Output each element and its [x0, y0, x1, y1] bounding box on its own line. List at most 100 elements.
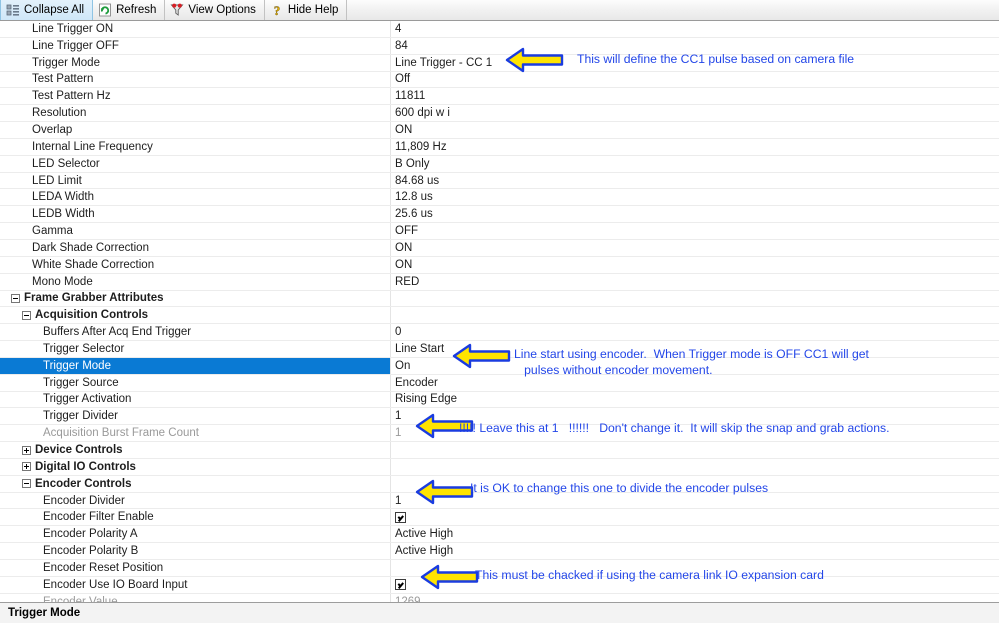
tree-row-name-cell[interactable]: Trigger Mode — [0, 357, 390, 374]
tree-row-value-cell[interactable]: ON — [390, 239, 999, 256]
tree-row-value-cell[interactable]: 600 dpi w i — [390, 105, 999, 122]
tree-row-name-cell[interactable]: Trigger Activation — [0, 392, 390, 408]
tree-row-value-cell[interactable] — [390, 458, 999, 475]
collapse-icon[interactable] — [22, 310, 31, 320]
tree-row-name-cell[interactable]: Line Trigger OFF — [0, 38, 390, 54]
tree-row-value-cell[interactable]: Line Trigger - CC 1 — [390, 54, 999, 71]
tree-row-value-cell[interactable]: 11811 — [390, 88, 999, 105]
toolbar-button-hide-help[interactable]: ? Hide Help — [265, 0, 348, 20]
tree-row-name-cell[interactable]: Device Controls — [0, 442, 390, 458]
toolbar-button-view-options[interactable]: View Options — [165, 0, 265, 20]
tree-row-value-cell[interactable]: 1 — [390, 425, 999, 442]
tree-row-name-cell[interactable]: Internal Line Frequency — [0, 139, 390, 155]
tree-row[interactable]: Encoder Polarity B Active High — [0, 543, 999, 560]
tree-row-name-cell[interactable]: Encoder Value — [0, 594, 390, 602]
tree-row-name-cell[interactable]: Dark Shade Correction — [0, 240, 390, 256]
expand-icon[interactable] — [22, 445, 31, 455]
tree-row-value-cell[interactable] — [390, 475, 999, 492]
tree-row-name-cell[interactable]: Encoder Controls — [0, 476, 390, 492]
tree-row-name-cell[interactable]: Trigger Mode — [0, 55, 390, 71]
tree-row-name-cell[interactable]: Encoder Polarity B — [0, 543, 390, 559]
checkbox-icon[interactable] — [395, 579, 406, 591]
tree-row-name-cell[interactable]: Acquisition Controls — [0, 307, 390, 323]
tree-row-value-cell[interactable] — [390, 560, 999, 576]
tree-row-name-cell[interactable]: Mono Mode — [0, 274, 390, 290]
tree-row-name-cell[interactable]: Encoder Polarity A — [0, 526, 390, 542]
tree-row-name-cell[interactable]: Encoder Use IO Board Input — [0, 577, 390, 593]
toolbar-button-refresh[interactable]: Refresh — [93, 0, 166, 20]
tree-row-value-cell[interactable]: On — [390, 357, 999, 374]
tree-row-value-cell[interactable] — [390, 442, 999, 458]
tree-row-value-cell[interactable]: 1 — [390, 408, 999, 425]
tree-row[interactable]: LEDB Width 25.6 us — [0, 206, 999, 224]
tree-row-name-cell[interactable]: Trigger Source — [0, 375, 390, 391]
collapse-icon[interactable] — [11, 293, 20, 303]
checkbox-icon[interactable] — [395, 511, 406, 523]
tree-row-value-cell[interactable]: 1269 — [390, 593, 999, 602]
tree-row[interactable]: White Shade Correction ON — [0, 256, 999, 274]
tree-row-value-cell[interactable]: ON — [390, 122, 999, 138]
tree-row-name-cell[interactable]: LEDB Width — [0, 206, 390, 222]
tree-row[interactable]: Device Controls — [0, 442, 999, 459]
tree-row-name-cell[interactable]: Trigger Selector — [0, 341, 390, 357]
tree-row[interactable]: Mono Mode RED — [0, 273, 999, 291]
tree-row-name-cell[interactable]: Test Pattern Hz — [0, 88, 390, 104]
toolbar-button-collapse-all[interactable]: Collapse All — [0, 0, 94, 20]
tree-row-name-cell[interactable]: Digital IO Controls — [0, 459, 390, 475]
tree-row[interactable]: Resolution 600 dpi w i — [0, 105, 999, 123]
tree-row[interactable]: Frame Grabber Attributes — [0, 290, 999, 308]
tree-row-name-cell[interactable]: Encoder Reset Position — [0, 560, 390, 576]
tree-row[interactable]: Encoder Reset Position — [0, 560, 999, 577]
tree-row[interactable]: Line Trigger OFF 84 — [0, 37, 999, 55]
tree-row[interactable]: Acquisition Controls — [0, 307, 999, 325]
tree-row[interactable]: Encoder Filter Enable — [0, 509, 999, 527]
tree-row-name-cell[interactable]: Line Trigger ON — [0, 21, 390, 37]
tree-row[interactable]: Line Trigger ON 4 — [0, 21, 999, 38]
tree-row-name-cell[interactable]: White Shade Correction — [0, 257, 390, 273]
tree-row-name-cell[interactable]: Gamma — [0, 223, 390, 239]
tree-row-value-cell[interactable]: 4 — [390, 21, 999, 37]
tree-row[interactable]: Overlap ON — [0, 122, 999, 139]
tree-row[interactable]: Internal Line Frequency 11,809 Hz — [0, 138, 999, 156]
tree-row[interactable]: Digital IO Controls — [0, 458, 999, 476]
tree-row[interactable]: Dark Shade Correction ON — [0, 239, 999, 257]
tree-row[interactable]: Trigger Mode On — [0, 357, 999, 375]
tree-row-value-cell[interactable]: OFF — [390, 223, 999, 239]
tree-row-name-cell[interactable]: Frame Grabber Attributes — [0, 291, 390, 307]
tree-row-value-cell[interactable]: Encoder — [390, 374, 999, 391]
tree-row-value-cell[interactable]: Active High — [390, 526, 999, 543]
tree-row[interactable]: Encoder Controls — [0, 475, 999, 493]
tree-row-name-cell[interactable]: LED Limit — [0, 173, 390, 189]
tree-row-value-cell[interactable]: 11,809 Hz — [390, 138, 999, 155]
tree-row[interactable]: Trigger Selector Line Start — [0, 341, 999, 358]
tree-row[interactable]: Buffers After Acq End Trigger 0 — [0, 324, 999, 342]
tree-row[interactable]: Acquisition Burst Frame Count 1 — [0, 425, 999, 443]
tree-row[interactable]: LED Selector B Only — [0, 155, 999, 173]
tree-row-name-cell[interactable]: LED Selector — [0, 156, 390, 172]
tree-row-value-cell[interactable]: 25.6 us — [390, 206, 999, 223]
tree-row[interactable]: Trigger Source Encoder — [0, 374, 999, 392]
tree-row-value-cell[interactable]: Line Start — [390, 341, 999, 357]
tree-row[interactable]: Encoder Polarity A Active High — [0, 526, 999, 544]
tree-row-value-cell[interactable]: 84.68 us — [390, 172, 999, 189]
tree-row-name-cell[interactable]: Buffers After Acq End Trigger — [0, 324, 390, 340]
tree-row-value-cell[interactable]: Off — [390, 71, 999, 88]
tree-row-value-cell[interactable]: 84 — [390, 37, 999, 54]
tree-row-value-cell[interactable] — [390, 307, 999, 324]
expand-icon[interactable] — [22, 462, 31, 472]
tree-row[interactable]: Trigger Activation Rising Edge — [0, 391, 999, 409]
tree-row-name-cell[interactable]: Acquisition Burst Frame Count — [0, 425, 390, 441]
tree-row[interactable]: Encoder Divider 1 — [0, 492, 999, 510]
tree-row[interactable]: Test Pattern Off — [0, 71, 999, 89]
tree-row-value-cell[interactable]: Active High — [390, 543, 999, 559]
tree-row-name-cell[interactable]: Trigger Divider — [0, 408, 390, 424]
tree-row[interactable]: LEDA Width 12.8 us — [0, 189, 999, 207]
tree-row-name-cell[interactable]: Encoder Filter Enable — [0, 509, 390, 525]
tree-row-value-cell[interactable]: 1 — [390, 492, 999, 509]
tree-row-value-cell[interactable]: RED — [390, 273, 999, 290]
tree-row[interactable]: Encoder Value 1269 — [0, 593, 999, 602]
tree-row-value-cell[interactable]: B Only — [390, 155, 999, 172]
tree-row[interactable]: Gamma OFF — [0, 223, 999, 240]
collapse-icon[interactable] — [22, 479, 31, 489]
tree-row-value-cell[interactable]: 12.8 us — [390, 189, 999, 206]
